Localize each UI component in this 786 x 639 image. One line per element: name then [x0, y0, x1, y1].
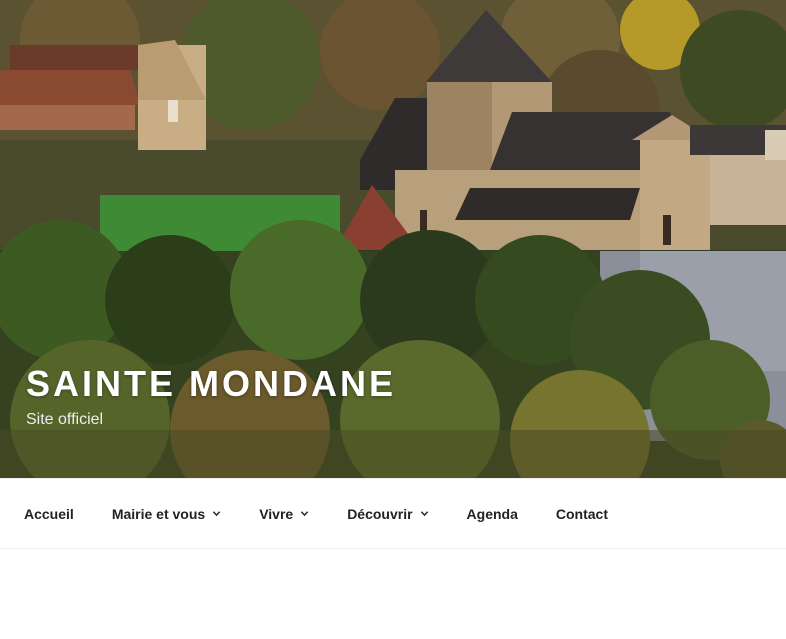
main-content	[0, 549, 786, 639]
site-description: Site officiel	[26, 411, 104, 428]
menu-item-label: Agenda	[466, 505, 518, 522]
site-header: SAINTE MONDANE Site officiel	[0, 0, 786, 478]
primary-menu: Accueil Mairie et vous Vivre Découvrir A…	[0, 479, 786, 548]
menu-item-agenda[interactable]: Agenda	[467, 506, 518, 522]
menu-item-label: Contact	[555, 505, 609, 522]
menu-item-mairie-et-vous[interactable]: Mairie et vous	[112, 506, 221, 522]
menu-item-accueil[interactable]: Accueil	[24, 506, 74, 522]
site-title-link[interactable]: SAINTE MONDANE	[26, 364, 396, 404]
menu-item-label: Vivre	[259, 505, 294, 522]
menu-item-label: Accueil	[24, 505, 74, 522]
menu-item-decouvrir[interactable]: Découvrir	[347, 506, 428, 522]
primary-navigation: Accueil Mairie et vous Vivre Découvrir A…	[0, 478, 786, 549]
menu-item-label: Découvrir	[347, 505, 413, 522]
chevron-down-icon	[301, 511, 309, 517]
chevron-down-icon	[213, 511, 221, 517]
chevron-down-icon	[420, 511, 428, 517]
menu-item-vivre[interactable]: Vivre	[259, 506, 309, 522]
menu-item-contact[interactable]: Contact	[556, 506, 608, 522]
menu-item-label: Mairie et vous	[111, 505, 206, 522]
site-branding: SAINTE MONDANE Site officiel	[26, 364, 396, 430]
